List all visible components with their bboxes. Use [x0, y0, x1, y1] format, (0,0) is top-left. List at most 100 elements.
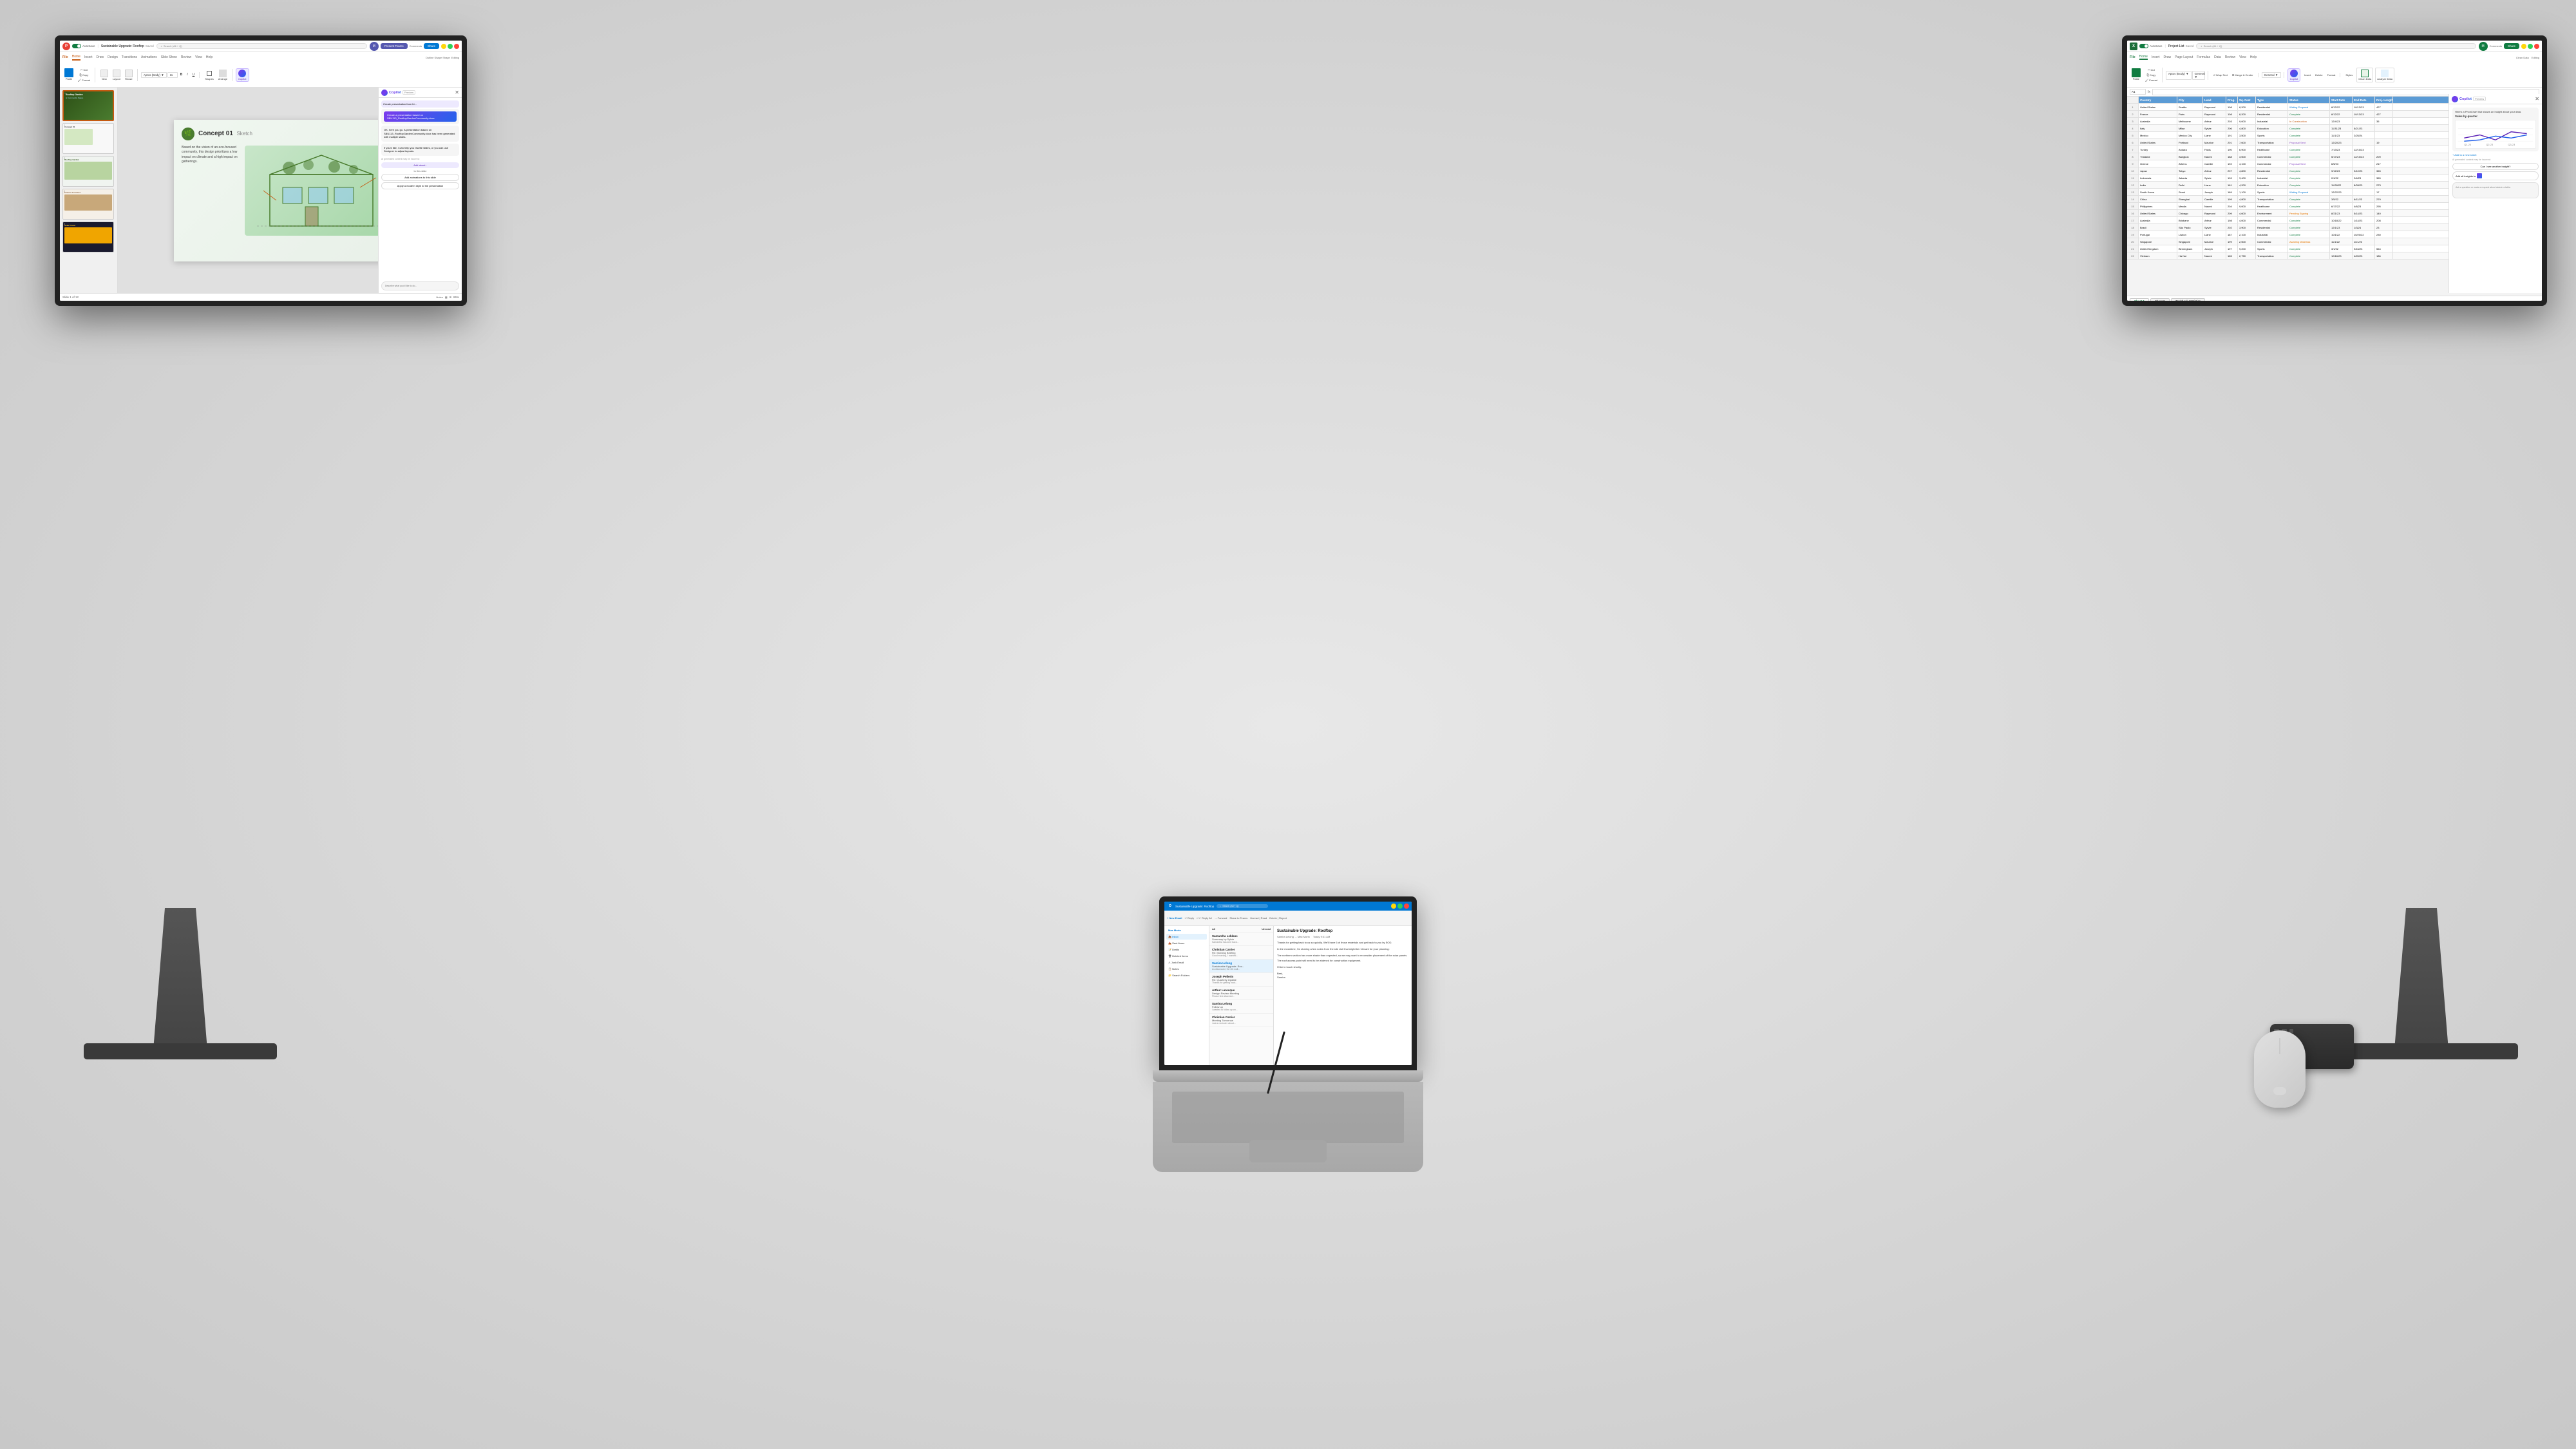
cell-status-0[interactable]: Writing Proposal — [2288, 104, 2330, 110]
cell-end-19[interactable]: 11/1/23 — [2353, 238, 2375, 245]
excel-tab-help[interactable]: Help — [2250, 55, 2257, 59]
cell-prog-6[interactable]: 190 — [2226, 146, 2238, 153]
cell-start-4[interactable]: 11/1/23 — [2330, 132, 2353, 138]
cell-end-4[interactable]: 2/25/24 — [2353, 132, 2375, 138]
cell-country-19[interactable]: Singapore — [2139, 238, 2177, 245]
nav-inbox[interactable]: 📥 Inbox — [1166, 934, 1207, 940]
cell-end-3[interactable]: 5/21/23 — [2353, 125, 2375, 131]
cell-days-1[interactable]: 427 — [2375, 111, 2393, 117]
cell-type-6[interactable]: Healthcare — [2256, 146, 2288, 153]
cell-start-20[interactable]: 3/1/22 — [2330, 245, 2353, 252]
cell-sqft-15[interactable]: 4,600 — [2238, 210, 2256, 216]
cell-sqft-17[interactable]: 3,900 — [2238, 224, 2256, 231]
cell-type-16[interactable]: Commercial — [2256, 217, 2288, 223]
cell-type-11[interactable]: Education — [2256, 182, 2288, 188]
slide-thumb-4[interactable]: Exterior Furniture 4 — [62, 189, 114, 220]
new-slide-btn[interactable]: New — [99, 69, 110, 81]
col-header-prog[interactable]: Prog. — [2226, 97, 2238, 103]
nav-drafts[interactable]: 📝 Drafts — [1166, 947, 1207, 952]
cell-sqft-4[interactable]: 3,500 — [2238, 132, 2256, 138]
cell-type-19[interactable]: Commercial — [2256, 238, 2288, 245]
view-btn2[interactable]: ⊞ — [450, 296, 451, 299]
cell-end-20[interactable]: 9/16/23 — [2353, 245, 2375, 252]
cell-country-12[interactable]: South Korea — [2139, 189, 2177, 195]
excel-tab-data[interactable]: Data — [2214, 55, 2221, 59]
email-item-2[interactable]: Christian Carrier Re: Morning Briefing G… — [1209, 946, 1273, 960]
cell-start-11[interactable]: 11/28/22 — [2330, 182, 2353, 188]
cell-days-8[interactable]: 217 — [2375, 160, 2393, 167]
minimize-btn[interactable] — [441, 44, 446, 49]
cell-status-10[interactable]: Complete — [2288, 175, 2330, 181]
shapes-btn[interactable]: Shapes — [203, 69, 216, 81]
cell-end-15[interactable]: 5/14/23 — [2353, 210, 2375, 216]
cell-days-5[interactable]: 19 — [2375, 139, 2393, 146]
cell-lead-9[interactable]: Arthur — [2203, 167, 2226, 174]
cell-days-2[interactable]: 35 — [2375, 118, 2393, 124]
slide-thumb-1[interactable]: Rooftop Garden & Community Space 1 — [62, 90, 114, 121]
nav-sent[interactable]: 📤 Sent Items — [1166, 940, 1207, 946]
excel-share-btn[interactable]: Share — [2504, 43, 2519, 49]
cell-sqft-5[interactable]: 7,600 — [2238, 139, 2256, 146]
cell-end-13[interactable]: 6/11/23 — [2353, 196, 2375, 202]
nav-junk[interactable]: ⚠ Junk Email — [1166, 960, 1207, 965]
cell-city-5[interactable]: Portland — [2177, 139, 2203, 146]
cell-prog-15[interactable]: 209 — [2226, 210, 2238, 216]
cell-start-21[interactable]: 10/16/23 — [2330, 252, 2353, 259]
cell-prog-17[interactable]: 202 — [2226, 224, 2238, 231]
cell-start-6[interactable]: 7/13/23 — [2330, 146, 2353, 153]
cell-lead-20[interactable]: Joseph — [2203, 245, 2226, 252]
cell-days-0[interactable]: 427 — [2375, 104, 2393, 110]
cell-type-9[interactable]: Residential — [2256, 167, 2288, 174]
cell-country-6[interactable]: Turkey — [2139, 146, 2177, 153]
cell-city-10[interactable]: Jakarta — [2177, 175, 2203, 181]
cell-status-18[interactable]: Complete — [2288, 231, 2330, 238]
cell-status-7[interactable]: Complete — [2288, 153, 2330, 160]
cell-type-15[interactable]: Environment — [2256, 210, 2288, 216]
nav-folders[interactable]: 📁 Search Folders — [1166, 972, 1207, 978]
cell-sqft-14[interactable]: 9,000 — [2238, 203, 2256, 209]
cell-city-11[interactable]: Delhi — [2177, 182, 2203, 188]
excel-clean-data-btn[interactable]: Clean Data — [2356, 68, 2373, 82]
cell-country-20[interactable]: United Kingdom — [2139, 245, 2177, 252]
excel-search[interactable]: ⌕ Search (Alt + Q) — [2196, 43, 2476, 49]
cell-city-6[interactable]: Ankara — [2177, 146, 2203, 153]
cell-lead-21[interactable]: Naomi — [2203, 252, 2226, 259]
cell-status-16[interactable]: Complete — [2288, 217, 2330, 223]
cell-country-21[interactable]: Vietnam — [2139, 252, 2177, 259]
excel-tab-file[interactable]: File — [2130, 55, 2136, 59]
cell-days-3[interactable] — [2375, 125, 2393, 131]
cell-city-18[interactable]: Lisbon — [2177, 231, 2203, 238]
ppt-current-slide[interactable]: 🌿 Concept 01 Sketch Based on the — [174, 120, 406, 261]
cell-start-18[interactable]: 10/1/22 — [2330, 231, 2353, 238]
col-header-city[interactable]: City — [2177, 97, 2203, 103]
ppt-search[interactable]: ⌕ Search (Alt + Q) — [156, 43, 367, 49]
cell-lead-10[interactable]: Sylvie — [2203, 175, 2226, 181]
cell-prog-0[interactable]: 108 — [2226, 104, 2238, 110]
excel-another-insight-btn[interactable]: Can I see another insight? — [2452, 163, 2539, 170]
slide-thumb-2[interactable]: Concept 01 2 — [62, 123, 114, 154]
tab-slideshow[interactable]: Slide Show — [161, 55, 177, 59]
cell-lead-11[interactable]: Liane — [2203, 182, 2226, 188]
cell-start-16[interactable]: 10/18/22 — [2330, 217, 2353, 223]
email-item-7[interactable]: Christian Carrier Meeting Tomorrow Just … — [1209, 1014, 1273, 1027]
excel-font-size[interactable]: General ▼ — [2192, 71, 2205, 80]
sheet-tab-1[interactable]: Sheet 1 — [2130, 298, 2149, 301]
excel-copilot-btn[interactable]: Copilot — [2287, 68, 2300, 82]
cell-start-8[interactable]: 6/5/23 — [2330, 160, 2353, 167]
excel-copilot-close-btn[interactable]: ✕ — [2535, 96, 2539, 102]
close-btn[interactable] — [454, 44, 459, 49]
autosave-toggle[interactable] — [72, 44, 81, 48]
cell-lead-0[interactable]: Raymond — [2203, 104, 2226, 110]
cell-type-8[interactable]: Commercial — [2256, 160, 2288, 167]
excel-tab-pagelayout[interactable]: Page Layout — [2175, 55, 2193, 59]
cell-city-21[interactable]: Ha Noi — [2177, 252, 2203, 259]
cell-country-5[interactable]: United States — [2139, 139, 2177, 146]
cell-city-15[interactable]: Chicago — [2177, 210, 2203, 216]
cell-prog-12[interactable]: 189 — [2226, 189, 2238, 195]
notes-btn[interactable]: Notes — [436, 296, 442, 299]
excel-tab-formulas[interactable]: Formulas — [2197, 55, 2210, 59]
cell-end-10[interactable]: 2/4/23 — [2353, 175, 2375, 181]
present-teams-btn[interactable]: Present Teams — [381, 43, 408, 49]
cell-end-18[interactable]: 10/20/22 — [2353, 231, 2375, 238]
cell-country-10[interactable]: Indonesia — [2139, 175, 2177, 181]
